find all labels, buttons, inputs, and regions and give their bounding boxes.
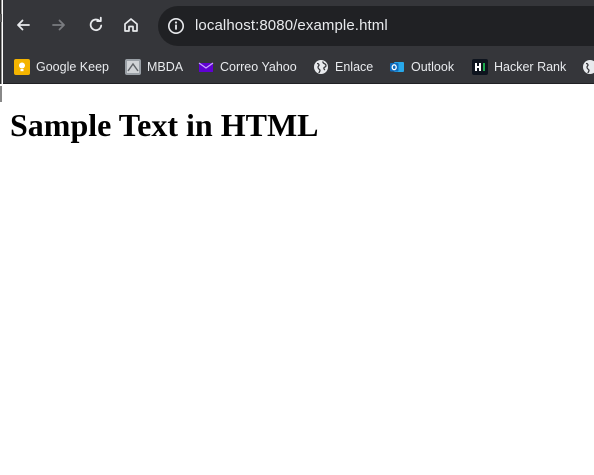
bookmark-mbda[interactable]: MBDA [125, 55, 183, 79]
bookmark-label: Enlace [335, 60, 374, 74]
google-keep-icon [14, 59, 30, 75]
window-left-edge [0, 0, 3, 475]
globe-icon [313, 59, 329, 75]
browser-toolbar: localhost:8080/example.html [0, 0, 594, 50]
bookmark-hacker-rank[interactable]: Hacker Rank [472, 55, 566, 79]
outlook-icon [389, 59, 405, 75]
bookmark-outlook[interactable]: Outlook [389, 55, 454, 79]
home-button[interactable] [118, 12, 144, 38]
back-button[interactable] [10, 12, 36, 38]
bookmark-correo-yahoo[interactable]: Correo Yahoo [198, 55, 297, 79]
yahoo-mail-icon [198, 59, 214, 75]
bookmark-label: Hacker Rank [494, 60, 567, 74]
address-bar[interactable]: localhost:8080/example.html [158, 6, 594, 46]
bookmark-label: Google Keep [36, 60, 109, 74]
arrow-right-icon [52, 19, 65, 31]
bookmark-label: Correo Yahoo [220, 60, 297, 74]
info-icon[interactable] [166, 16, 186, 36]
reload-button[interactable] [83, 12, 109, 38]
browser-window: localhost:8080/example.html Google Keep … [0, 0, 594, 475]
bookmark-label: Outlook [411, 60, 455, 74]
forward-button[interactable] [46, 12, 72, 38]
mbda-icon [125, 59, 141, 75]
globe-icon [582, 59, 594, 75]
page-viewport: Sample Text in HTML [0, 85, 594, 475]
bookmark-overflow[interactable] [582, 55, 594, 79]
bookmark-google-keep[interactable]: Google Keep [14, 55, 109, 79]
home-icon [124, 18, 138, 32]
url-text[interactable]: localhost:8080/example.html [195, 16, 388, 36]
page-heading: Sample Text in HTML [10, 107, 319, 143]
bookmark-label: MBDA [147, 60, 184, 74]
hackerrank-icon [472, 59, 488, 75]
reload-icon [89, 16, 103, 32]
bookmark-enlace[interactable]: Enlace [313, 55, 373, 79]
bookmarks-bar: Google Keep MBDA Correo Yahoo Enlace Out… [0, 50, 594, 84]
arrow-left-icon [17, 19, 30, 31]
